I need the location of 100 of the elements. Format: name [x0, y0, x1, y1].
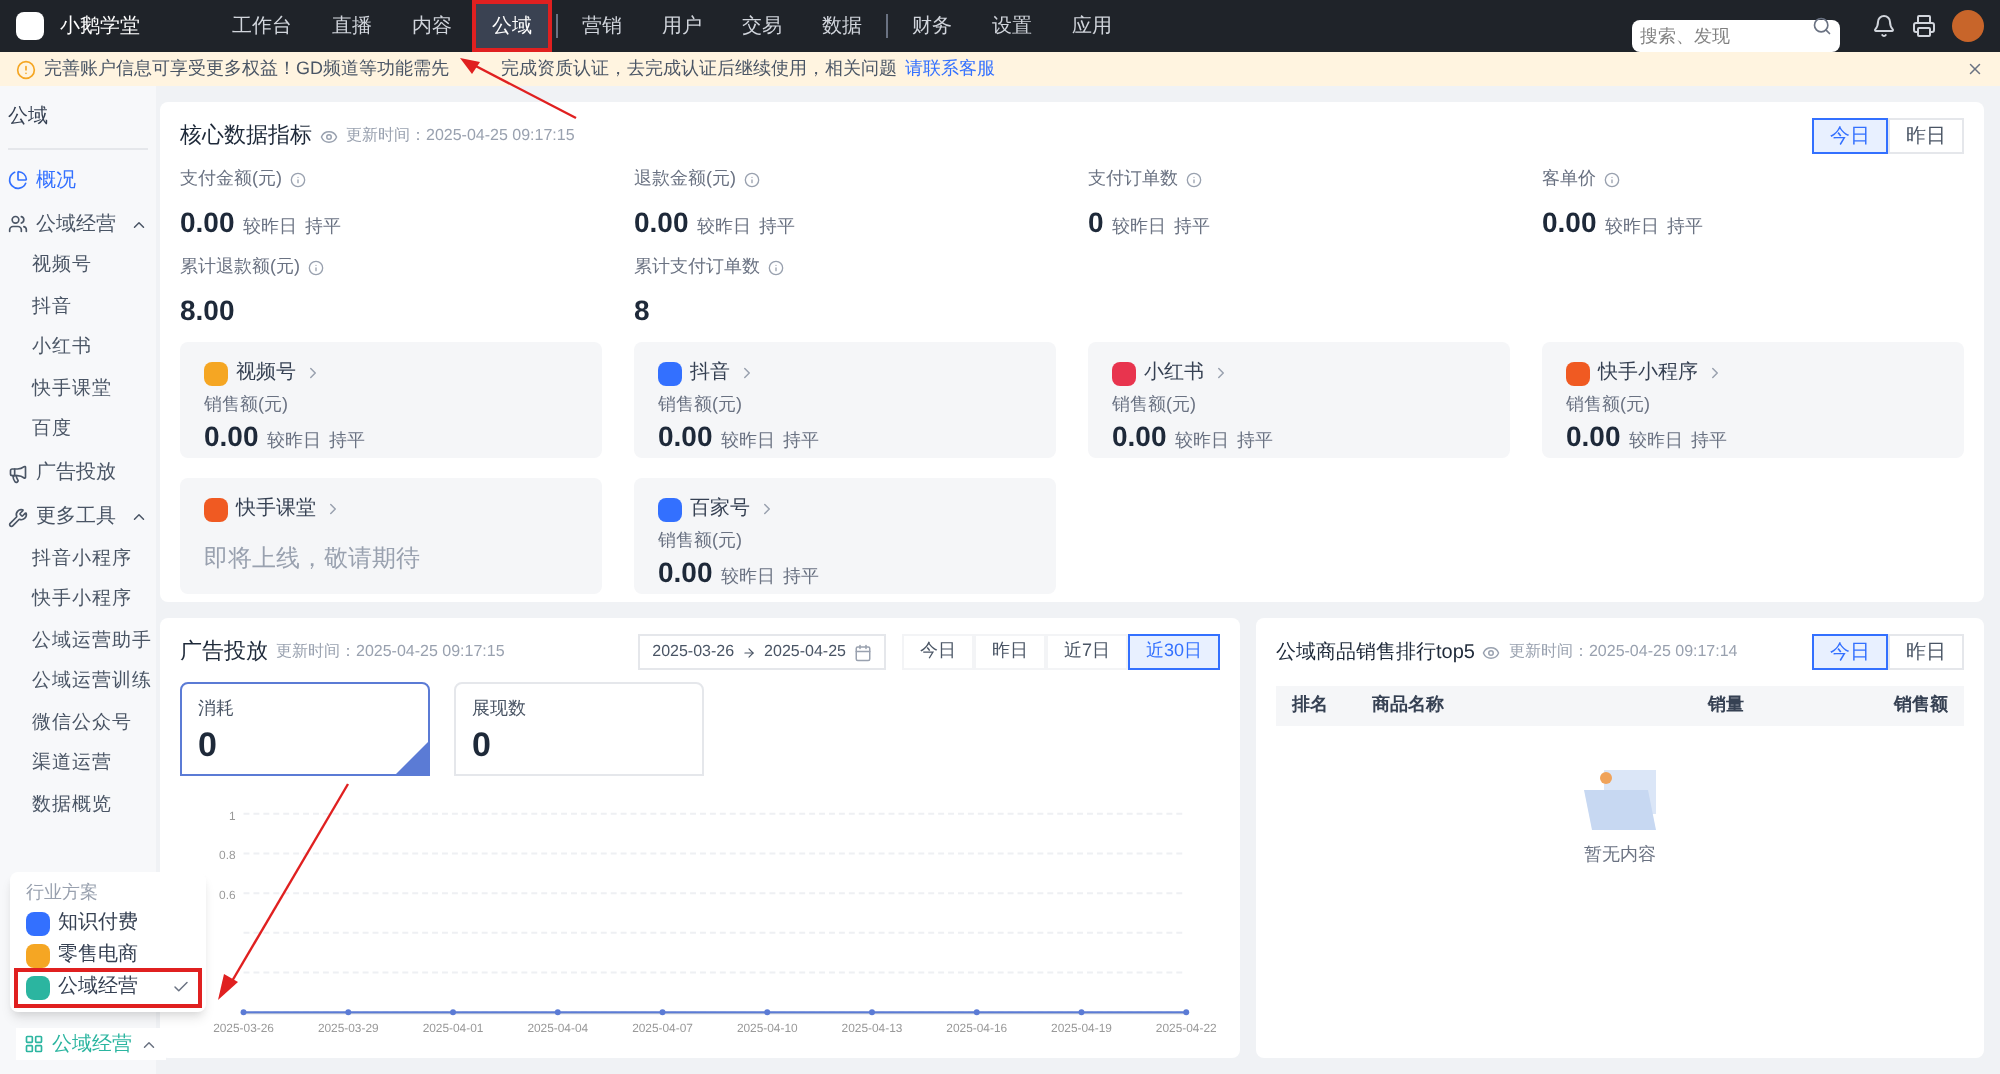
sidebar-item[interactable]: 公域经营: [8, 202, 148, 246]
metric-value: 0.00: [658, 558, 713, 586]
eye-icon[interactable]: [320, 127, 338, 145]
kpi-card[interactable]: 展现数 0: [454, 682, 704, 776]
sidebar-subitem[interactable]: 数据概览: [8, 785, 148, 826]
bell-icon[interactable]: [1872, 14, 1896, 38]
menu-item[interactable]: 知识付费: [18, 907, 198, 939]
platform-name: 百家号: [690, 495, 750, 524]
trend-text: 持平: [1236, 428, 1273, 454]
chevron-icon: [758, 500, 776, 518]
range-tab[interactable]: 近30日: [1127, 634, 1220, 670]
menu-title: 行业方案: [24, 880, 100, 906]
trend-text: 持平: [328, 428, 365, 454]
notice-text: 完成资质认证，去完成认证后继续使用，相关问题: [501, 55, 897, 82]
sidebar-subitem[interactable]: 快手小程序: [8, 580, 148, 621]
metric-label: 支付订单数: [1088, 166, 1178, 192]
nav-tab[interactable]: 营销: [566, 4, 638, 48]
menu-item[interactable]: 公域经营: [18, 971, 198, 1003]
compare-text: 较昨日: [1111, 213, 1166, 239]
sidebar-subitem[interactable]: 视频号: [8, 246, 148, 287]
menu-item[interactable]: 零售电商: [18, 939, 198, 971]
nav-tab[interactable]: 工作台: [216, 4, 308, 48]
sidebar-subitem[interactable]: 公域运营助手: [8, 621, 148, 662]
metric-value: 0.00: [1542, 203, 1597, 241]
date-range-field[interactable]: 2025-03-26 2025-04-25: [638, 634, 886, 670]
section-title: 广告投放: [180, 637, 268, 668]
section-title: 公域商品销售排行top5: [1276, 639, 1475, 667]
toggle-tab[interactable]: 昨日: [1888, 118, 1964, 154]
compare-text: 较昨日: [720, 428, 775, 454]
sidebar-item[interactable]: 更多工具: [8, 495, 148, 539]
sidebar-title: 公域: [8, 102, 148, 150]
update-time: 更新时间：2025-04-25 09:17:15: [276, 640, 505, 664]
search-field[interactable]: 搜索、发现: [1632, 20, 1840, 52]
compare-text: 较昨日: [242, 213, 297, 239]
coming-soon-text: 即将上线，敬请期待: [204, 542, 422, 576]
range-tab[interactable]: 近7日: [1045, 634, 1128, 670]
section-title: 核心数据指标: [180, 121, 312, 152]
toggle-tab[interactable]: 今日: [1812, 118, 1888, 154]
compare-text: 较昨日: [1174, 428, 1229, 454]
info-icon[interactable]: [308, 259, 324, 276]
info-icon[interactable]: [1604, 171, 1620, 188]
nav-tab[interactable]: 直播: [316, 4, 388, 48]
metric-value: 0: [1088, 203, 1104, 241]
info-icon[interactable]: [1186, 171, 1202, 188]
nav-tab[interactable]: 公域: [476, 4, 548, 48]
chevron-icon: [324, 500, 342, 518]
sidebar-subitem[interactable]: 小红书: [8, 328, 148, 369]
brand-name: 小鹅学堂: [60, 13, 142, 41]
trend-text: 持平: [782, 428, 819, 454]
nav-tab[interactable]: 财务: [896, 4, 968, 48]
platform-name: 快手小程序: [1598, 359, 1698, 388]
sidebar-subitem[interactable]: 微信公众号: [8, 703, 148, 744]
column-header: 销量: [1708, 692, 1746, 719]
sidebar-subitem[interactable]: 百度: [8, 410, 148, 451]
platform-name: 抖音: [690, 359, 730, 388]
trend-text: 持平: [304, 213, 341, 239]
sidebar-subitem[interactable]: 快手课堂: [8, 369, 148, 410]
range-tab[interactable]: 今日: [901, 634, 974, 670]
info-icon[interactable]: [744, 171, 760, 188]
close-icon[interactable]: [1966, 60, 1984, 78]
printer-icon[interactable]: [1912, 14, 1936, 38]
trend-text: 持平: [1173, 213, 1210, 239]
nav-tab[interactable]: 数据: [806, 4, 878, 48]
check-icon: [172, 978, 190, 996]
toggle-tab[interactable]: 今日: [1812, 634, 1888, 670]
nav-tab[interactable]: 交易: [726, 4, 798, 48]
menu-icon: [8, 507, 28, 527]
toggle-tab[interactable]: 昨日: [1888, 634, 1964, 670]
chevron-icon: [738, 364, 756, 382]
avatar[interactable]: [1952, 10, 1984, 42]
sidebar-subitem[interactable]: 公域运营训练: [8, 662, 148, 703]
column-header: 商品名称: [1372, 692, 1446, 719]
nav-tab[interactable]: 内容: [396, 4, 468, 48]
eye-icon[interactable]: [1482, 643, 1501, 661]
kpi-value: 0: [472, 723, 493, 766]
platform-name: 视频号: [236, 359, 296, 388]
nav-tab[interactable]: 应用: [1056, 4, 1128, 48]
kpi-card[interactable]: 消耗 0: [180, 682, 430, 776]
compare-text: 较昨日: [1628, 428, 1683, 454]
sidebar-item[interactable]: 广告投放: [8, 451, 148, 495]
sidebar-subitem[interactable]: 抖音小程序: [8, 539, 148, 580]
sidebar-item[interactable]: 概况: [8, 158, 148, 202]
nav-tab[interactable]: 用户: [646, 4, 718, 48]
compare-text: 较昨日: [266, 428, 321, 454]
calendar-icon: [853, 643, 872, 661]
nav-tab[interactable]: 设置: [976, 4, 1048, 48]
sidebar-subitem[interactable]: 渠道运营: [8, 744, 148, 785]
info-icon[interactable]: [768, 259, 784, 276]
column-header: 排名: [1292, 692, 1330, 719]
info-icon[interactable]: [290, 171, 306, 188]
notice-link[interactable]: 请联系客服: [905, 55, 995, 83]
sidebar-subitem[interactable]: 抖音: [8, 287, 148, 328]
range-tab[interactable]: 昨日: [973, 634, 1046, 670]
metric-label: 支付金额(元): [180, 166, 282, 192]
arrow-icon: [742, 645, 757, 659]
metric-value: 0.00: [658, 422, 713, 450]
trend-text: 持平: [782, 564, 819, 590]
warning-icon: [16, 59, 36, 79]
metric-value: 0.00: [1112, 422, 1167, 450]
column-header: 销售额: [1891, 692, 1948, 719]
